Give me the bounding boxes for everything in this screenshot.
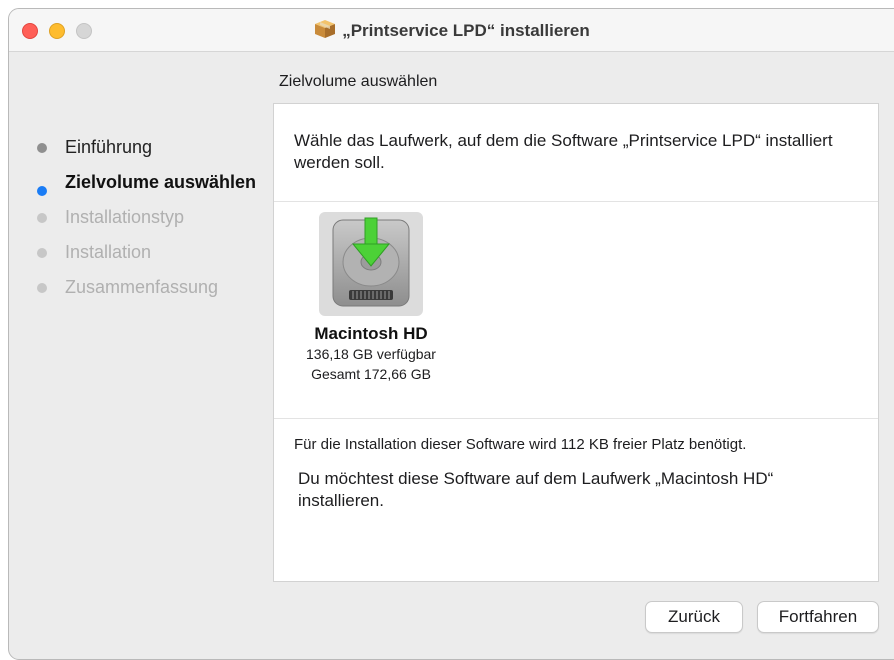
volume-macintosh-hd[interactable]: Macintosh HD 136,18 GB verfügbar Gesamt … [282, 212, 460, 384]
step-summary: Zusammenfassung [37, 277, 267, 298]
step-bullet [37, 248, 47, 258]
step-bullet [37, 283, 47, 293]
continue-button[interactable]: Fortfahren [757, 601, 879, 633]
step-label: Zielvolume auswählen [65, 172, 257, 192]
step-installation: Installation [37, 242, 267, 263]
installer-steps: Einführung Zielvolume auswählen Installa… [37, 137, 267, 312]
space-needed-text: Für die Installation dieser Software wir… [294, 436, 747, 453]
volume-total: Gesamt 172,66 GB [311, 366, 431, 382]
step-bullet-active [37, 186, 47, 196]
installer-window: „Printservice LPD“ installieren Zielvolu… [8, 8, 894, 660]
volume-name: Macintosh HD [314, 324, 428, 343]
divider [274, 201, 878, 202]
back-button[interactable]: Zurück [645, 601, 743, 633]
volume-available: 136,18 GB verfügbar [306, 346, 436, 362]
window-title-group: „Printservice LPD“ installieren [9, 19, 894, 44]
step-label: Installation [65, 242, 152, 262]
step-label: Installationstyp [65, 207, 185, 227]
step-bullet [37, 213, 47, 223]
step-label: Einführung [65, 137, 153, 157]
panel-intro-text: Wähle das Laufwerk, auf dem die Software… [294, 131, 833, 172]
step-label: Zusammenfassung [65, 277, 219, 297]
step-installation-type: Installationstyp [37, 207, 267, 228]
package-icon [314, 19, 336, 44]
section-heading: Zielvolume auswählen [279, 73, 438, 90]
step-bullet [37, 143, 47, 153]
hard-drive-install-icon [319, 212, 423, 316]
step-introduction: Einführung [37, 137, 267, 158]
window-title: „Printservice LPD“ installieren [342, 21, 590, 40]
step-destination: Zielvolume auswählen [37, 172, 267, 196]
divider [274, 418, 878, 419]
install-confirm-text: Du möchtest diese Software auf dem Laufw… [298, 469, 774, 510]
content-panel: Wähle das Laufwerk, auf dem die Software… [273, 103, 879, 582]
title-bar: „Printservice LPD“ installieren [9, 9, 894, 52]
